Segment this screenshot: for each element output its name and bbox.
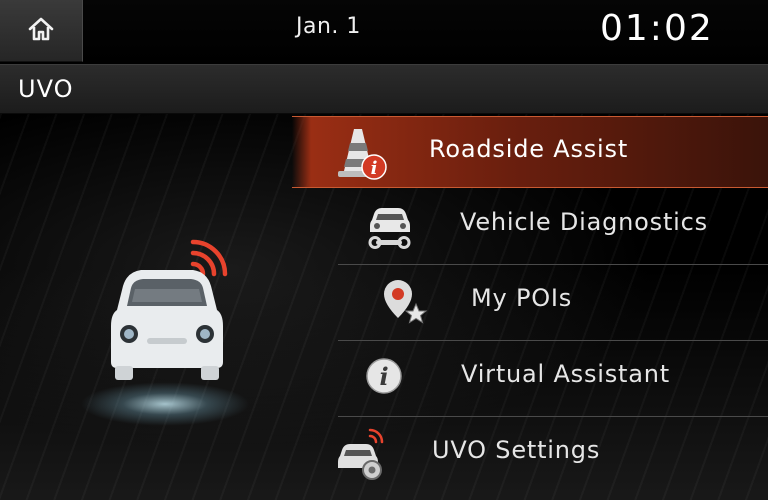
home-button[interactable] bbox=[0, 0, 83, 62]
virtual-assistant-icon: i bbox=[360, 350, 416, 406]
uvo-menu: i Roadside Assist Vehicle Diagnostics My… bbox=[0, 114, 768, 500]
menu-item-roadside-assist[interactable]: i Roadside Assist bbox=[292, 116, 768, 188]
main-area: i Roadside Assist Vehicle Diagnostics My… bbox=[0, 114, 768, 500]
title-bar: UVO bbox=[0, 64, 768, 114]
menu-divider bbox=[338, 264, 768, 265]
home-icon bbox=[26, 14, 56, 48]
uvo-settings-icon bbox=[332, 426, 388, 482]
menu-item-label: UVO Settings bbox=[432, 436, 601, 464]
menu-item-label: Roadside Assist bbox=[429, 135, 629, 163]
vehicle-diagnostics-icon bbox=[362, 198, 418, 254]
menu-divider bbox=[338, 416, 768, 417]
menu-item-vehicle-diagnostics[interactable]: Vehicle Diagnostics bbox=[338, 190, 768, 262]
menu-item-my-pois[interactable]: My POIs bbox=[338, 266, 768, 338]
menu-item-label: Vehicle Diagnostics bbox=[460, 208, 708, 236]
menu-divider bbox=[338, 340, 768, 341]
page-title: UVO bbox=[18, 75, 74, 103]
my-pois-icon bbox=[376, 274, 432, 330]
svg-text:i: i bbox=[371, 158, 378, 179]
svg-text:i: i bbox=[379, 362, 388, 391]
menu-item-label: My POIs bbox=[471, 284, 573, 312]
roadside-assist-icon: i bbox=[332, 125, 388, 181]
menu-item-virtual-assistant[interactable]: i Virtual Assistant bbox=[338, 342, 768, 414]
status-bar: Jan. 1 01:02 bbox=[0, 0, 768, 64]
clock-display: 01:02 bbox=[600, 8, 714, 49]
menu-item-uvo-settings[interactable]: UVO Settings bbox=[320, 418, 768, 490]
menu-item-label: Virtual Assistant bbox=[461, 360, 670, 388]
date-display: Jan. 1 bbox=[296, 14, 361, 39]
